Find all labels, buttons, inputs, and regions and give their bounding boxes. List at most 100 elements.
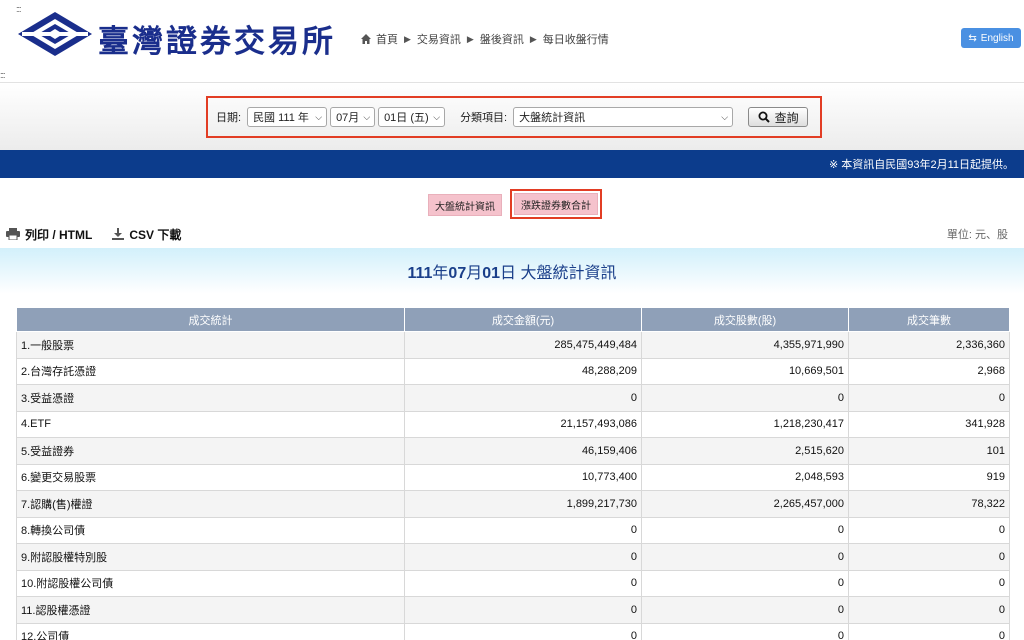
value-cell: 2,515,620 (641, 437, 849, 465)
value-cell: 46,159,406 (404, 437, 642, 465)
value-cell: 0 (641, 384, 849, 412)
table-row: 3.受益憑證 0 0 0 (16, 384, 1010, 412)
home-icon[interactable] (360, 33, 372, 45)
breadcrumb-daily-quotes[interactable]: 每日收盤行情 (543, 31, 609, 47)
tab-advance-decline[interactable]: 漲跌證券數合計 (514, 193, 598, 215)
table-row: 6.變更交易股票 10,773,400 2,048,593 919 (16, 463, 1010, 491)
value-cell: 1,899,217,730 (404, 490, 642, 518)
english-button[interactable]: ⇆ English (961, 28, 1021, 48)
value-cell: 285,475,449,484 (404, 331, 642, 359)
month-value: 07月 (336, 112, 360, 124)
title-month: 07 (448, 265, 467, 282)
category-label: 分類項目: (460, 112, 508, 124)
year-select[interactable]: 民國 111 年 ⌵ (247, 107, 328, 127)
month-select[interactable]: 07月 ⌵ (330, 107, 376, 127)
search-icon (758, 111, 770, 123)
breadcrumb: 首頁 ▶ 交易資訊 ▶ 盤後資訊 ▶ 每日收盤行情 (360, 31, 609, 47)
value-cell: 0 (848, 596, 1010, 624)
query-label: 查詢 (774, 110, 799, 125)
tab-market-statistics[interactable]: 大盤統計資訊 (428, 194, 502, 216)
row-label-cell: 12.公司債 (16, 622, 405, 640)
breadcrumb-home[interactable]: 首頁 (376, 31, 398, 47)
row-label-cell: 8.轉換公司債 (16, 516, 405, 544)
value-cell: 919 (848, 463, 1010, 491)
site-logo-text[interactable]: 臺灣證券交易所 (98, 16, 336, 61)
value-cell: 1,218,230,417 (641, 410, 849, 438)
table-row: 10.附認股權公司債 0 0 0 (16, 569, 1010, 597)
value-cell: 2,336,360 (848, 331, 1010, 359)
csv-download-button[interactable]: CSV 下載 (112, 226, 181, 243)
unit-label: 單位: 元、股 (946, 229, 1008, 241)
print-button[interactable]: 列印 / HTML (6, 226, 92, 243)
title-year-suffix: 年 (432, 265, 449, 282)
row-label-cell: 5.受益證券 (16, 437, 405, 465)
column-header: 成交金額(元) (404, 307, 642, 332)
value-cell: 48,288,209 (404, 357, 642, 385)
value-cell: 0 (641, 622, 849, 640)
table-row: 8.轉換公司債 0 0 0 (16, 516, 1010, 544)
row-label-cell: 11.認股權憑證 (16, 596, 405, 624)
title-day: 01 (482, 265, 501, 282)
category-value: 大盤統計資訊 (519, 112, 586, 124)
breadcrumb-after-trading[interactable]: 盤後資訊 (480, 31, 524, 47)
value-cell: 0 (641, 516, 849, 544)
table-row: 2.台灣存託憑證 48,288,209 10,669,501 2,968 (16, 357, 1010, 385)
day-select[interactable]: 01日 (五) ⌵ (378, 107, 446, 127)
table-row: 7.認購(售)權證 1,899,217,730 2,265,457,000 78,32… (16, 490, 1010, 518)
query-button[interactable]: 查詢 (748, 107, 809, 127)
chevron-right-icon: ▶ (404, 33, 411, 44)
value-cell: 10,773,400 (404, 463, 642, 491)
value-cell: 0 (848, 622, 1010, 640)
column-header: 成交筆數 (848, 307, 1010, 332)
tab-highlight: 漲跌證券數合計 (510, 189, 602, 219)
chevron-down-icon: ⌵ (363, 111, 371, 122)
toolbar: 列印 / HTML CSV 下載 單位: 元、股 (6, 226, 1018, 242)
report-tabs: 大盤統計資訊 漲跌證券數合計 (428, 189, 602, 219)
table-row: 4.ETF 21,157,493,086 1,218,230,417 341,928 (16, 410, 1010, 438)
value-cell: 78,322 (848, 490, 1010, 518)
breadcrumb-trading-info[interactable]: 交易資訊 (417, 31, 461, 47)
csv-label: CSV 下載 (129, 227, 182, 242)
row-label-cell: 7.認購(售)權證 (16, 490, 405, 518)
value-cell: 0 (404, 384, 642, 412)
page-title: 111年07月01日 大盤統計資訊 (407, 259, 616, 283)
notice-text: ※ 本資訊自民國93年2月11日起提供。 (828, 159, 1014, 171)
search-panel: 日期: 民國 111 年 ⌵ 07月 ⌵ 01日 (五) ⌵ 分類項目: 大盤統… (0, 82, 1024, 150)
title-day-suffix: 日 (500, 265, 517, 282)
printer-icon (6, 228, 20, 240)
value-cell: 0 (848, 384, 1010, 412)
value-cell: 0 (404, 516, 642, 544)
column-header: 成交統計 (16, 307, 405, 332)
value-cell: 0 (641, 543, 849, 571)
row-label-cell: 1.一般股票 (16, 331, 405, 359)
table-row: 12.公司債 0 0 0 (16, 622, 1010, 640)
value-cell: 0 (404, 622, 642, 640)
row-label-cell: 6.變更交易股票 (16, 463, 405, 491)
category-select[interactable]: 大盤統計資訊 ⌵ (513, 107, 734, 127)
table-row: 11.認股權憑證 0 0 0 (16, 596, 1010, 624)
title-name: 大盤統計資訊 (520, 265, 617, 282)
english-label: English (980, 32, 1014, 44)
table-body: 1.一般股票 285,475,449,484 4,355,971,990 2,336,… (16, 331, 1010, 640)
search-form: 日期: 民國 111 年 ⌵ 07月 ⌵ 01日 (五) ⌵ 分類項目: 大盤統… (206, 96, 822, 138)
row-label-cell: 4.ETF (16, 410, 405, 438)
year-value: 民國 111 年 (253, 112, 309, 124)
value-cell: 2,048,593 (641, 463, 849, 491)
value-cell: 0 (404, 596, 642, 624)
print-label: 列印 / HTML (25, 227, 93, 242)
twse-logo-icon[interactable] (16, 10, 94, 58)
swap-icon: ⇆ (968, 32, 977, 44)
value-cell: 0 (641, 569, 849, 597)
column-header: 成交股數(股) (641, 307, 849, 332)
row-label-cell: 3.受益憑證 (16, 384, 405, 412)
value-cell: 2,968 (848, 357, 1010, 385)
notice-band: ※ 本資訊自民國93年2月11日起提供。 (0, 150, 1024, 178)
title-year: 111 (407, 265, 433, 282)
value-cell: 101 (848, 437, 1010, 465)
row-label-cell: 2.台灣存託憑證 (16, 357, 405, 385)
chevron-down-icon: ⌵ (315, 111, 323, 122)
title-month-suffix: 月 (466, 265, 483, 282)
chevron-down-icon: ⌵ (721, 111, 729, 122)
chevron-down-icon: ⌵ (433, 111, 441, 122)
table-row: 9.附認股權特別股 0 0 0 (16, 543, 1010, 571)
